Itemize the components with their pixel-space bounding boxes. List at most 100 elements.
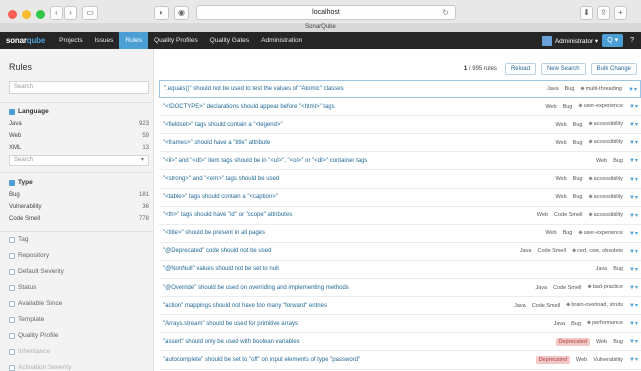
rule-tags[interactable]: ⬥accessibility — [588, 194, 623, 201]
facet-type-bug[interactable]: Bug 181 — [9, 190, 149, 201]
filter-icon[interactable]: ▼▾ — [629, 230, 638, 237]
rule-title-link[interactable]: "<frames>" should have a "title" attribu… — [163, 140, 270, 146]
facet-checkbox[interactable] — [9, 284, 15, 291]
nav-quality-profiles[interactable]: Quality Profiles — [148, 32, 204, 49]
rule-title-link[interactable]: "action" mappings should not have too ma… — [163, 303, 327, 309]
reload-button[interactable]: Reload — [504, 63, 536, 75]
rule-title-link[interactable]: "@NonNull" values should not be set to n… — [163, 266, 279, 272]
zoom-window-icon[interactable] — [36, 10, 45, 19]
rule-row[interactable]: "<li>" and "<dt>" item tags should be in… — [159, 152, 641, 171]
shield-icon[interactable]: ◐ — [154, 6, 169, 20]
facet-type-checkbox[interactable] — [9, 179, 15, 186]
facet-status[interactable]: Status — [9, 284, 36, 291]
rule-tags[interactable]: ⬥brain-overload, struts — [566, 302, 623, 309]
rule-title-link[interactable]: "@Override" should be used on overriding… — [163, 285, 349, 291]
facet-checkbox[interactable] — [9, 252, 15, 259]
filter-icon[interactable]: ▼▾ — [629, 320, 638, 327]
facet-language-java[interactable]: Java 923 — [9, 119, 149, 130]
help-icon[interactable]: ? — [627, 37, 637, 44]
filter-icon[interactable]: ▼▾ — [629, 212, 638, 219]
rule-tags[interactable]: ⬥user-experience — [578, 103, 623, 110]
user-menu[interactable]: Administrator ▾ — [541, 35, 598, 46]
facet-checkbox[interactable] — [9, 300, 15, 307]
facet-repository[interactable]: Repository — [9, 252, 49, 259]
language-search-select[interactable]: Search ▾ — [9, 155, 149, 166]
rule-title-link[interactable]: "assert" should only be used with boolea… — [163, 339, 300, 345]
rule-title-link[interactable]: ".equals()" should not be used to test t… — [164, 86, 344, 92]
sidebar-icon[interactable]: ▭ — [82, 6, 98, 20]
rule-row[interactable]: "@Override" should be used on overriding… — [159, 279, 641, 298]
sonarqube-logo[interactable]: sonarqube — [0, 36, 53, 45]
rule-row[interactable]: "autocomplete" should be set to "off" on… — [159, 351, 641, 370]
facet-language-web[interactable]: Web 59 — [9, 131, 149, 142]
privacy-icon[interactable]: ◉ — [174, 6, 189, 20]
rule-tags[interactable]: ⬥user-experience — [578, 230, 623, 237]
facet-type-vulnerability[interactable]: Vulnerability 36 — [9, 202, 149, 213]
filter-icon[interactable]: ▼▾ — [629, 302, 638, 309]
filter-icon[interactable]: ▼▾ — [629, 121, 638, 128]
rule-tags[interactable]: ⬥accessibility — [588, 176, 623, 183]
facet-template[interactable]: Template — [9, 316, 44, 323]
new-tab-icon[interactable]: + — [614, 6, 627, 20]
filter-icon[interactable]: ▼▾ — [629, 157, 638, 164]
rule-tags[interactable]: ⬥bad-practice — [588, 284, 623, 291]
rule-title-link[interactable]: "<th>" tags should have "id" or "scope" … — [163, 212, 292, 218]
rule-row[interactable]: ".equals()" should not be used to test t… — [159, 80, 641, 99]
rule-tags[interactable]: ⬥multi-threading — [580, 86, 622, 93]
facet-tag[interactable]: Tag — [9, 236, 28, 243]
rule-title-link[interactable]: "<table>" tags should contain a "<captio… — [163, 194, 278, 200]
rule-tags[interactable]: ⬥cert, cwe, obsolete — [572, 248, 623, 255]
filter-icon[interactable]: ▼▾ — [629, 356, 638, 363]
facet-quality-profile[interactable]: Quality Profile — [9, 332, 58, 339]
filter-icon[interactable]: ▼▾ — [629, 338, 638, 345]
facet-type-header[interactable]: Type — [9, 179, 33, 186]
rule-row[interactable]: "<!DOCTYPE>" declarations should appear … — [159, 98, 641, 117]
facet-language-header[interactable]: Language — [9, 108, 49, 115]
rule-tags[interactable]: ⬥accessibility — [588, 139, 623, 146]
rule-tags[interactable]: ⬥accessibility — [588, 212, 623, 219]
download-icon[interactable]: ⬇ — [580, 6, 593, 20]
rules-search-input[interactable]: Search — [9, 81, 149, 94]
new-search-button[interactable]: New Search — [540, 63, 586, 75]
rule-row[interactable]: "<table>" tags should contain a "<captio… — [159, 189, 641, 207]
nav-projects[interactable]: Projects — [53, 32, 88, 49]
rule-row[interactable]: "Arrays.stream" should be used for primi… — [159, 315, 641, 334]
close-window-icon[interactable] — [8, 10, 17, 19]
rule-row[interactable]: "<strong>" and "<em>" tags should be use… — [159, 170, 641, 189]
rule-title-link[interactable]: "<li>" and "<dt>" item tags should be in… — [163, 158, 367, 164]
facet-checkbox[interactable] — [9, 268, 15, 275]
nav-rules[interactable]: Rules — [119, 32, 149, 49]
filter-icon[interactable]: ▼▾ — [629, 284, 638, 291]
filter-icon[interactable]: ▼▾ — [629, 139, 638, 146]
facet-available-since[interactable]: Available Since — [9, 300, 62, 307]
minimize-window-icon[interactable] — [22, 10, 31, 19]
reload-icon[interactable]: ↻ — [442, 6, 449, 20]
rule-title-link[interactable]: "<title>" should be present in all pages — [163, 230, 265, 236]
rule-row[interactable]: "<fieldset>" tags should contain a "<leg… — [159, 116, 641, 135]
filter-icon[interactable]: ▼▾ — [629, 194, 638, 201]
nav-issues[interactable]: Issues — [89, 32, 120, 49]
facet-checkbox[interactable] — [9, 236, 15, 243]
filter-icon[interactable]: ▼▾ — [629, 266, 638, 273]
facet-type-code-smell[interactable]: Code Smell 778 — [9, 214, 149, 225]
rule-title-link[interactable]: "<!DOCTYPE>" declarations should appear … — [163, 104, 335, 110]
rule-title-link[interactable]: "<strong>" and "<em>" tags should be use… — [163, 176, 279, 182]
bulk-change-button[interactable]: Bulk Change — [590, 63, 637, 75]
rule-tags[interactable]: ⬥performance — [587, 320, 623, 327]
forward-icon[interactable]: › — [64, 6, 77, 20]
url-bar[interactable]: localhost ↻ — [196, 5, 456, 20]
facet-language-xml[interactable]: XML 13 — [9, 143, 149, 154]
rule-title-link[interactable]: "<fieldset>" tags should contain a "<leg… — [163, 122, 283, 128]
rule-title-link[interactable]: "Arrays.stream" should be used for primi… — [163, 321, 298, 327]
rule-title-link[interactable]: "autocomplete" should be set to "off" on… — [163, 357, 360, 363]
filter-icon[interactable]: ▼▾ — [629, 176, 638, 183]
rule-row[interactable]: "action" mappings should not have too ma… — [159, 297, 641, 316]
rule-row[interactable]: "<frames>" should have a "title" attribu… — [159, 134, 641, 153]
rule-row[interactable]: "@NonNull" values should not be set to n… — [159, 261, 641, 280]
nav-administration[interactable]: Administration — [255, 32, 308, 49]
back-icon[interactable]: ‹ — [50, 6, 63, 20]
rule-title-link[interactable]: "@Deprecated" code should not be used — [163, 248, 271, 254]
filter-icon[interactable]: ▼▾ — [629, 103, 638, 110]
rule-tags[interactable]: ⬥accessibility — [588, 121, 623, 128]
filter-icon[interactable]: ▼▾ — [628, 86, 637, 93]
